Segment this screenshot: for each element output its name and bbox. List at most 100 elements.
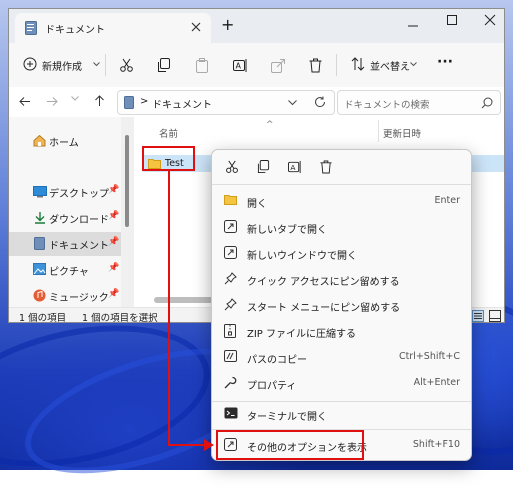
- wrench-icon: [224, 376, 240, 392]
- nav-item-label: ピクチャ: [49, 267, 89, 278]
- new-button[interactable]: 新規作成: [19, 53, 100, 75]
- new-window-icon: [224, 246, 240, 262]
- menu-separator: [212, 401, 471, 402]
- music-icon: [33, 289, 46, 302]
- paste-icon[interactable]: [195, 58, 209, 73]
- copy-icon[interactable]: [257, 160, 270, 174]
- search-icon[interactable]: [481, 97, 493, 109]
- delete-icon[interactable]: [309, 58, 322, 73]
- pin-icon: 📌: [108, 237, 120, 247]
- menu-item-pin-quick-access[interactable]: クイック アクセスにピン留めする: [216, 268, 468, 292]
- annotation-connector-vertical: [168, 171, 170, 446]
- toolbar-separator: [105, 54, 106, 76]
- nav-scrollbar[interactable]: [121, 117, 134, 307]
- up-arrow-icon[interactable]: [94, 95, 105, 107]
- cut-icon[interactable]: [119, 58, 134, 73]
- nav-item-home[interactable]: ホーム: [9, 129, 121, 153]
- nav-item-downloads[interactable]: ダウンロード 📌: [9, 206, 121, 230]
- sort-button-label: 並べ替え: [370, 62, 410, 73]
- zip-icon: [224, 324, 240, 340]
- nav-item-label: ドキュメント: [49, 241, 109, 252]
- menu-item-pin-start[interactable]: スタート メニューにピン留めする: [216, 294, 468, 318]
- new-tab-button[interactable]: +: [221, 15, 234, 34]
- sort-icon: [351, 57, 365, 71]
- back-arrow-icon[interactable]: [19, 96, 31, 107]
- home-icon: [33, 134, 46, 147]
- menu-item-properties[interactable]: プロパティ Alt+Enter: [216, 372, 468, 396]
- download-icon: [34, 211, 46, 224]
- search-placeholder: ドキュメントの検索: [344, 100, 430, 111]
- nav-item-documents[interactable]: ドキュメント 📌: [9, 232, 121, 256]
- recent-chevron-icon[interactable]: [71, 96, 79, 101]
- nav-scrollbar-thumb[interactable]: [125, 135, 129, 227]
- pin-icon: [224, 272, 240, 288]
- nav-item-label: ダウンロード: [49, 215, 109, 226]
- menu-item-open[interactable]: 開く Enter: [216, 190, 468, 214]
- copy-path-icon: [224, 350, 240, 366]
- cut-icon[interactable]: [225, 160, 239, 174]
- documents-icon: [25, 21, 37, 35]
- menu-item-open-new-window[interactable]: 新しいウインドウで開く: [216, 242, 468, 266]
- nav-item-desktop[interactable]: デスクトップ 📌: [9, 180, 121, 204]
- delete-icon[interactable]: [320, 160, 332, 174]
- desktop-icon: [33, 186, 47, 198]
- tiles-view-icon[interactable]: [489, 310, 501, 322]
- annotation-highlight-folder: [142, 146, 195, 171]
- tab-title: ドキュメント: [45, 25, 105, 36]
- minimize-icon[interactable]: [407, 20, 419, 32]
- refresh-icon[interactable]: [314, 96, 326, 108]
- menu-item-shortcut: Enter: [434, 195, 461, 206]
- menu-item-label: 新しいタブで開く: [247, 225, 327, 236]
- close-window-icon[interactable]: [484, 14, 496, 26]
- close-tab-icon[interactable]: [191, 22, 201, 32]
- menu-item-label: プロパティ: [247, 381, 297, 392]
- terminal-icon: [224, 407, 240, 423]
- nav-item-pictures[interactable]: ピクチャ 📌: [9, 258, 121, 282]
- menu-item-shortcut: Alt+Enter: [413, 377, 460, 388]
- chevron-down-icon[interactable]: [288, 100, 297, 106]
- sort-indicator: ^: [266, 120, 274, 130]
- sort-button[interactable]: 並べ替え: [347, 53, 417, 75]
- menu-item-label: ZIP ファイルに圧縮する: [247, 329, 357, 340]
- address-bar[interactable]: > ドキュメント: [117, 90, 335, 115]
- title-bar: ドキュメント +: [9, 9, 504, 43]
- annotation-connector-horizontal: [168, 444, 208, 446]
- breadcrumb-documents[interactable]: ドキュメント: [152, 96, 212, 111]
- documents-icon: [124, 96, 134, 109]
- column-header-name[interactable]: 名前: [159, 126, 178, 140]
- status-selected-count: 1 個の項目を選択: [82, 313, 158, 323]
- menu-item-label: スタート メニューにピン留めする: [247, 303, 401, 314]
- column-header-modified[interactable]: 更新日時: [383, 126, 421, 140]
- menu-item-label: クイック アクセスにピン留めする: [247, 277, 400, 288]
- share-icon[interactable]: [271, 58, 285, 73]
- rename-icon[interactable]: A: [288, 160, 302, 174]
- forward-arrow-icon[interactable]: [46, 96, 58, 107]
- menu-item-open-terminal[interactable]: ターミナルで開く: [216, 403, 468, 427]
- menu-item-compress-zip[interactable]: ZIP ファイルに圧縮する: [216, 320, 468, 344]
- toolbar-separator: [336, 54, 337, 76]
- status-item-count: 1 個の項目: [19, 313, 67, 323]
- search-box[interactable]: ドキュメントの検索: [337, 90, 501, 115]
- nav-item-music[interactable]: ミュージック 📌: [9, 284, 121, 308]
- tab-documents[interactable]: ドキュメント: [15, 13, 211, 43]
- address-row: > ドキュメント ドキュメントの検索: [9, 87, 504, 117]
- folder-open-icon: [224, 194, 240, 210]
- pin-icon: 📌: [108, 211, 120, 221]
- maximize-icon[interactable]: [446, 14, 458, 26]
- more-options-button[interactable]: ···: [437, 54, 453, 70]
- menu-item-label: パスのコピー: [247, 355, 307, 366]
- menu-item-shortcut: Shift+F10: [412, 439, 460, 450]
- menu-item-copy-path[interactable]: パスのコピー Ctrl+Shift+C: [216, 346, 468, 370]
- svg-text:A: A: [290, 163, 296, 172]
- rename-icon[interactable]: A: [233, 58, 248, 73]
- menu-item-open-new-tab[interactable]: 新しいタブで開く: [216, 216, 468, 240]
- nav-item-label: ホーム: [49, 138, 79, 149]
- menu-item-label: ターミナルで開く: [247, 412, 327, 423]
- nav-item-label: ミュージック: [49, 293, 109, 304]
- menu-item-label: 新しいウインドウで開く: [247, 251, 357, 262]
- context-menu: A 開く Enter 新しいタブで開く 新しいウインドウで開く クイック アクセ…: [211, 149, 472, 461]
- copy-icon[interactable]: [157, 58, 171, 73]
- details-view-icon[interactable]: [472, 310, 484, 322]
- menu-item-label: 開く: [247, 199, 267, 210]
- pin-icon: 📌: [108, 263, 120, 273]
